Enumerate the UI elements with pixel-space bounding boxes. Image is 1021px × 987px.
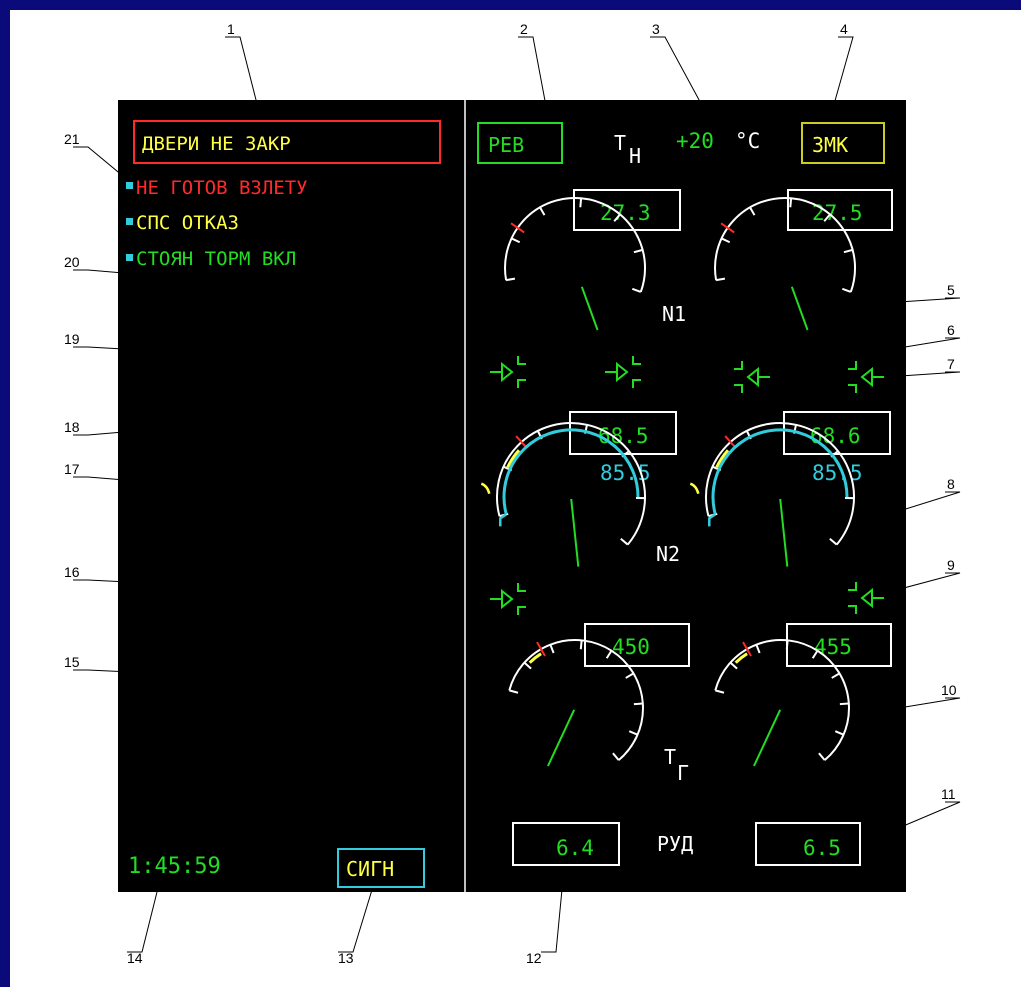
- callout-5: 5: [947, 282, 955, 298]
- callout-15: 15: [64, 654, 80, 670]
- callout-18: 18: [64, 419, 80, 435]
- callout-16: 16: [64, 564, 80, 580]
- sps-fail-message: СПС ОТКАЗ: [136, 212, 239, 234]
- gauge-tick: [633, 702, 643, 706]
- callout-20: 20: [64, 254, 80, 270]
- n2-right-value: 68.6: [810, 424, 861, 448]
- callout-14: 14: [127, 950, 143, 966]
- callout-12: 12: [526, 950, 542, 966]
- page: 1 2 3 4 5 6 7 8 9 10 11 12 13 14 15 16 1…: [0, 0, 1021, 987]
- callout-11: 11: [941, 786, 956, 802]
- tg-right-value: 455: [814, 635, 852, 659]
- outside-temp-subscript: Н: [629, 144, 641, 168]
- signal-button-label: СИГН: [346, 857, 394, 881]
- callout-6: 6: [947, 322, 955, 338]
- n1-left-value: 27.3: [600, 201, 651, 225]
- message-bullet: [126, 218, 133, 225]
- tg-label-subscript: Г: [677, 761, 689, 785]
- door-warning-text: ДВЕРИ НЕ ЗАКР: [142, 133, 291, 155]
- gauge-tick: [579, 198, 583, 208]
- clock: 1:45:59: [128, 854, 221, 879]
- callout-9: 9: [947, 557, 955, 573]
- gauge-tick: [839, 702, 849, 706]
- callout-10: 10: [941, 682, 957, 698]
- throttle-label: РУД: [657, 832, 693, 856]
- throttle-left-value: 6.4: [556, 836, 594, 860]
- callout-17: 17: [64, 461, 80, 477]
- gauge-tick: [579, 640, 583, 650]
- tg-label: Т: [664, 745, 676, 769]
- callout-1: 1: [227, 21, 235, 37]
- gauge-tick: [785, 640, 789, 650]
- reverse-indicator: РЕВ: [488, 133, 524, 157]
- not-ready-message: НЕ ГОТОВ ВЗЛЕТУ: [136, 177, 308, 199]
- callout-2: 2: [520, 21, 528, 37]
- callout-13: 13: [338, 950, 354, 966]
- gauge-tick: [789, 198, 793, 208]
- outside-temp-value: +20: [676, 129, 714, 153]
- diagram-canvas: 1 2 3 4 5 6 7 8 9 10 11 12 13 14 15 16 1…: [64, 21, 961, 966]
- n2-label: N2: [656, 542, 680, 566]
- outside-temp-label: Т: [614, 131, 626, 155]
- lock-indicator: ЗМК: [812, 133, 848, 157]
- callout-4: 4: [840, 21, 848, 37]
- message-bullet: [126, 254, 133, 261]
- callout-3: 3: [652, 21, 660, 37]
- callout-21: 21: [64, 131, 80, 147]
- callout-19: 19: [64, 331, 80, 347]
- n1-label: N1: [662, 302, 686, 326]
- callout-8: 8: [947, 476, 955, 492]
- outside-temp-unit: °C: [735, 129, 760, 153]
- message-bullet: [126, 182, 133, 189]
- callout-7: 7: [947, 356, 955, 372]
- parking-brake-message: СТОЯН ТОРМ ВКЛ: [136, 248, 296, 270]
- throttle-right-value: 6.5: [803, 836, 841, 860]
